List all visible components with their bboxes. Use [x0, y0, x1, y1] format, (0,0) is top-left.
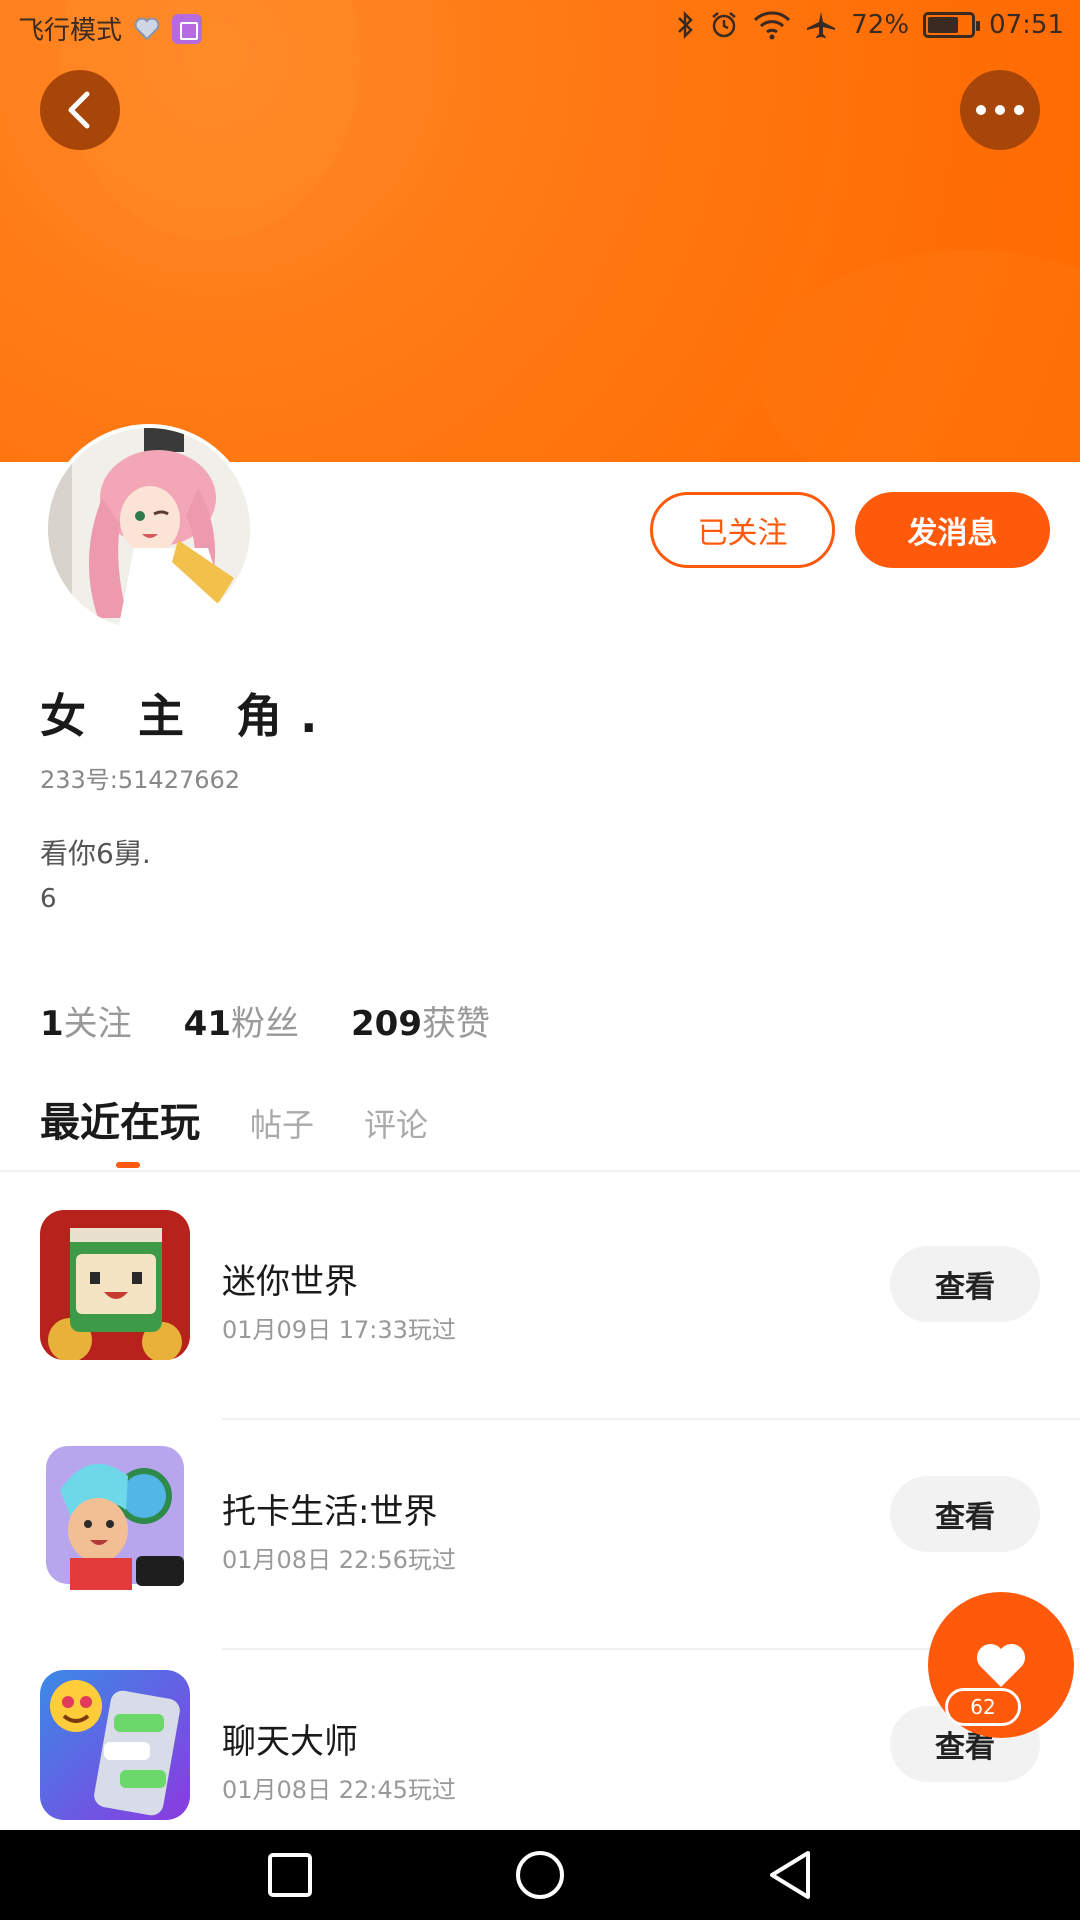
game-name: 聊天大师 — [222, 1722, 358, 1762]
tab-recently-played[interactable]: 最近在玩 — [40, 1090, 200, 1148]
active-tab-indicator — [116, 1162, 140, 1168]
avatar-image — [48, 428, 250, 630]
tab-comments[interactable]: 评论 — [364, 1100, 428, 1146]
user-bio-line-1: 看你6舅. — [40, 837, 151, 870]
tab-posts[interactable]: 帖子 — [250, 1100, 314, 1146]
gallery-notification-icon — [172, 13, 203, 44]
game-icon-mini-world — [40, 1210, 190, 1360]
recents-icon[interactable] — [266, 1851, 314, 1899]
stat-following[interactable]: 1关注 — [40, 996, 132, 1045]
view-button[interactable]: 查看 — [890, 1476, 1040, 1552]
bluetooth-icon — [675, 8, 695, 42]
game-icon-toca-life — [40, 1440, 190, 1590]
home-icon[interactable] — [514, 1849, 566, 1901]
battery-percent: 72% — [851, 10, 910, 40]
battery-icon — [923, 12, 981, 38]
stat-likes: 209获赞 — [351, 1004, 490, 1044]
alarm-icon — [709, 8, 739, 42]
user-id: 233号:51427662 — [40, 766, 241, 794]
airplane-mode-text: 飞行模式 — [18, 16, 123, 46]
profile-header-banner — [0, 0, 1080, 462]
back-button[interactable] — [40, 70, 120, 150]
game-last-played: 01月08日 22:56玩过 — [222, 1546, 456, 1574]
followed-button[interactable]: 已关注 — [650, 492, 835, 568]
game-icon-chat-master — [40, 1670, 190, 1820]
game-last-played: 01月08日 22:45玩过 — [222, 1776, 456, 1804]
view-button[interactable]: 查看 — [890, 1246, 1040, 1322]
back-nav-icon[interactable] — [766, 1849, 814, 1901]
heart-icon — [976, 1643, 1026, 1687]
user-name: 女 主 角. — [40, 689, 336, 743]
avatar[interactable] — [44, 424, 254, 634]
divider — [0, 1170, 1080, 1172]
profile-tabs: 最近在玩 帖子 评论 — [40, 1090, 428, 1148]
like-count-badge: 62 — [945, 1688, 1021, 1726]
list-item[interactable]: 迷你世界 01月09日 17:33玩过 查看 — [0, 1190, 1080, 1420]
list-item[interactable]: 托卡生活:世界 01月08日 22:56玩过 查看 — [0, 1420, 1080, 1650]
more-dots-icon — [976, 105, 1024, 115]
heart-notification-icon — [134, 12, 160, 46]
chevron-left-icon — [68, 91, 90, 129]
game-name: 托卡生活:世界 — [222, 1492, 438, 1532]
stat-followers[interactable]: 41粉丝 — [184, 996, 299, 1045]
more-options-button[interactable] — [960, 70, 1040, 150]
clock-time: 07:51 — [989, 10, 1064, 40]
navigation-bar — [0, 1830, 1080, 1920]
profile-stats: 1关注 41粉丝 209获赞 — [40, 996, 490, 1045]
status-bar: 飞行模式 72% 07:51 — [0, 0, 1080, 54]
send-message-button[interactable]: 发消息 — [855, 492, 1050, 568]
airplane-icon — [805, 8, 837, 42]
game-name: 迷你世界 — [222, 1262, 358, 1302]
user-bio-line-2: 6 — [40, 884, 57, 914]
wifi-icon — [753, 8, 791, 42]
game-last-played: 01月09日 17:33玩过 — [222, 1316, 456, 1344]
